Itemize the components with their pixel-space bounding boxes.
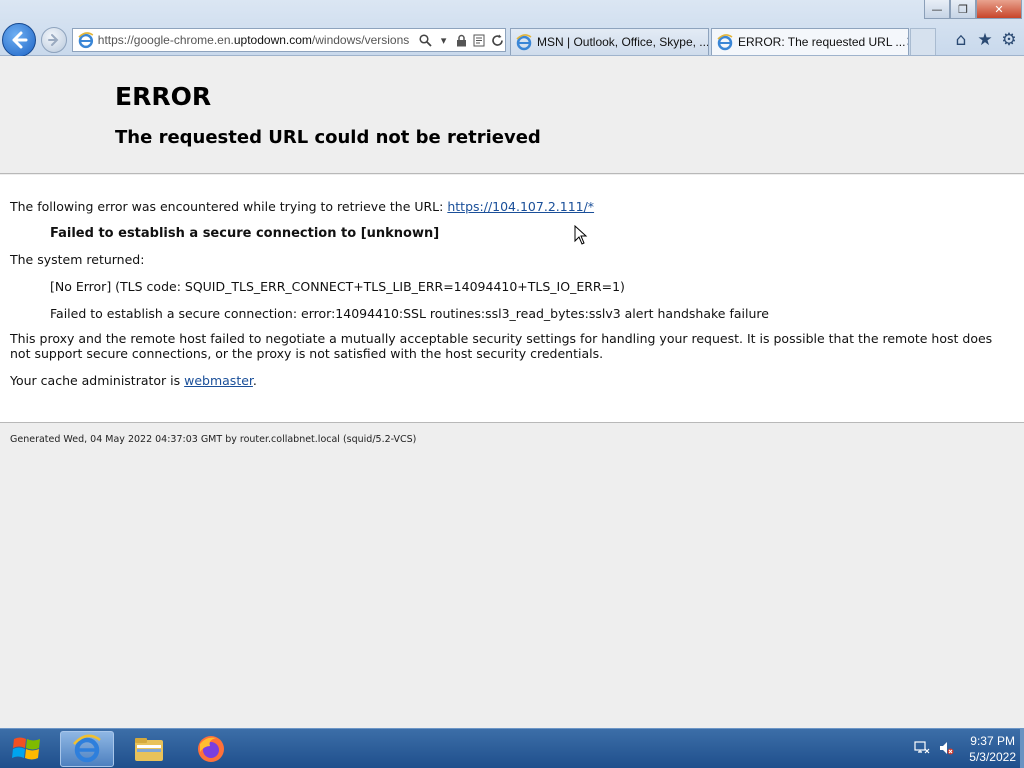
internet-explorer-icon (73, 734, 101, 763)
tab-error[interactable]: ERROR: The requested URL ... ✕ (711, 28, 909, 55)
new-tab-button[interactable] (910, 28, 936, 55)
clock-date: 5/3/2022 (969, 750, 1016, 764)
admin-line: Your cache administrator is webmaster. (10, 373, 257, 388)
dropdown-icon[interactable]: ▾ (436, 32, 452, 48)
refresh-icon[interactable] (489, 32, 505, 48)
ie-page-icon (78, 32, 94, 49)
window-controls: — ❐ ✕ (924, 0, 1022, 19)
tab-msn[interactable]: MSN | Outlook, Office, Skype, ... (510, 28, 709, 55)
page-title: ERROR (115, 82, 212, 111)
clock-time: 9:37 PM (970, 734, 1015, 748)
back-arrow-icon (12, 31, 28, 49)
intro-line: The following error was encountered whil… (10, 199, 595, 214)
system-tray (914, 740, 954, 756)
back-button[interactable] (2, 23, 36, 57)
failed-connection-line: Failed to establish a secure connection … (50, 226, 440, 241)
error-header: ERROR The requested URL could not be ret… (0, 56, 1024, 174)
show-desktop-button[interactable] (1020, 729, 1024, 768)
system-returned-label: The system returned: (10, 252, 145, 267)
mouse-cursor-icon (574, 225, 588, 245)
error-code-line: [No Error] (TLS code: SQUID_TLS_ERR_CONN… (50, 279, 625, 294)
explanation-paragraph: This proxy and the remote host failed to… (10, 331, 993, 361)
settings-gear-icon[interactable]: ⚙ (1000, 30, 1018, 50)
volume-muted-icon[interactable] (938, 740, 954, 756)
page-subtitle: The requested URL could not be retrieved (115, 127, 541, 148)
forward-button[interactable] (41, 27, 67, 53)
tab-label: MSN | Outlook, Office, Skype, ... (537, 35, 709, 49)
firefox-icon (198, 736, 224, 762)
favorites-icon[interactable]: ★ (976, 30, 994, 50)
search-icon[interactable] (418, 32, 434, 48)
error-content: The following error was encountered whil… (0, 175, 1024, 423)
close-tab-icon[interactable]: ✕ (905, 34, 908, 50)
taskbar-firefox[interactable] (184, 731, 238, 767)
tab-label: ERROR: The requested URL ... (738, 35, 906, 49)
network-icon[interactable] (914, 740, 930, 756)
generated-footer: Generated Wed, 04 May 2022 04:37:03 GMT … (10, 434, 417, 445)
taskbar: 9:37 PM 5/3/2022 (0, 728, 1024, 768)
home-icon[interactable]: ⌂ (952, 30, 970, 50)
taskbar-file-explorer[interactable] (122, 731, 176, 767)
address-url[interactable]: https://google-chrome.en.uptodown.com/wi… (98, 33, 416, 47)
error-detail-line: Failed to establish a secure connection:… (50, 306, 769, 321)
browser-toolbar: — ❐ ✕ https://google-chrome.en.uptodown.… (0, 0, 1024, 57)
taskbar-internet-explorer[interactable] (60, 731, 114, 767)
lock-icon[interactable] (454, 32, 470, 48)
start-button[interactable] (4, 731, 50, 767)
webmaster-link[interactable]: webmaster (184, 373, 253, 388)
address-bar[interactable]: https://google-chrome.en.uptodown.com/wi… (72, 28, 506, 52)
restore-button[interactable]: ❐ (950, 0, 976, 19)
ie-page-icon (516, 34, 532, 51)
toolbar-icons: ⌂ ★ ⚙ (952, 30, 1018, 50)
windows-logo-icon (12, 737, 40, 760)
forward-arrow-icon (48, 34, 59, 46)
compatibility-view-icon[interactable] (471, 32, 487, 48)
page-viewport: ERROR The requested URL could not be ret… (0, 56, 1024, 728)
close-window-button[interactable]: ✕ (976, 0, 1022, 19)
minimize-button[interactable]: — (924, 0, 950, 19)
ie-page-icon (717, 34, 733, 51)
taskbar-clock[interactable]: 9:37 PM 5/3/2022 (969, 733, 1016, 765)
folder-icon (135, 738, 163, 761)
requested-url-link[interactable]: https://104.107.2.111/* (447, 199, 594, 214)
